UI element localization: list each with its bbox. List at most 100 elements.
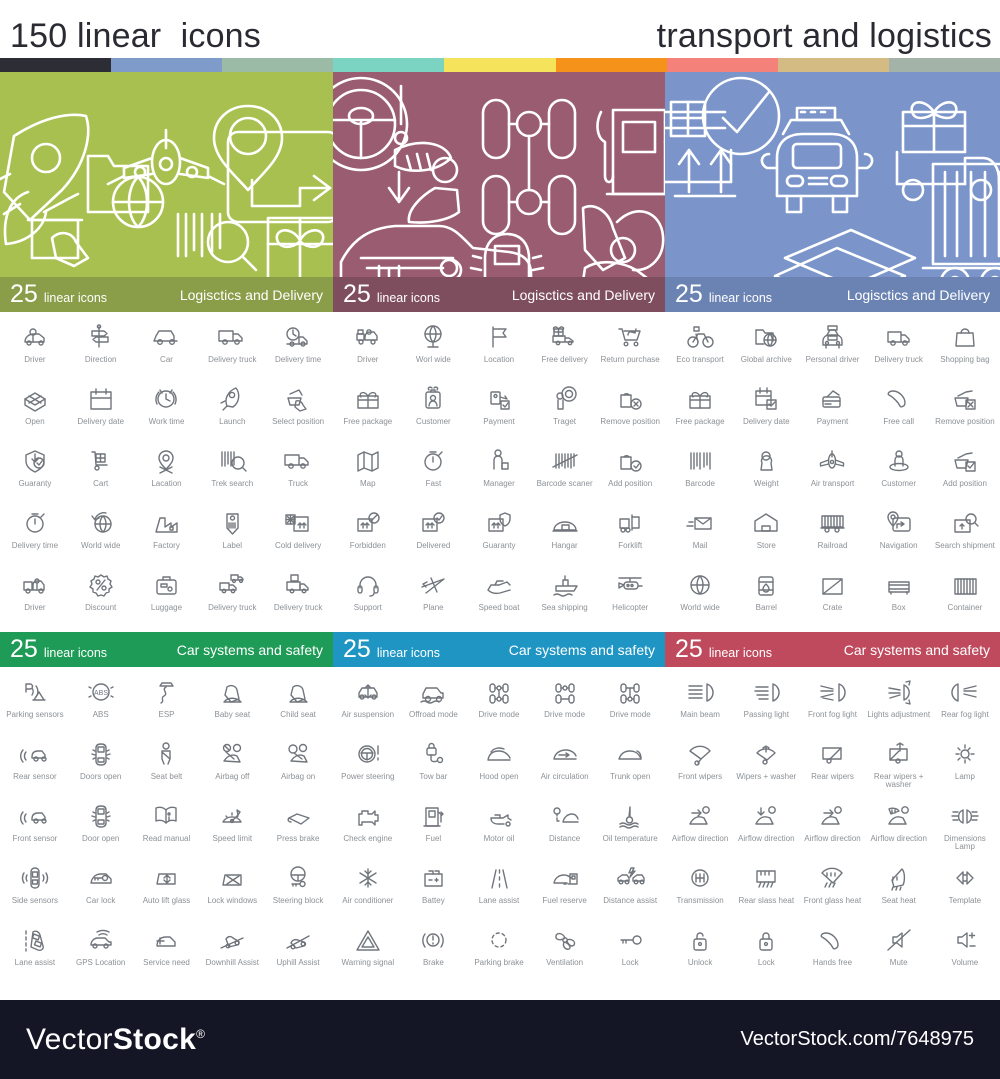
icon-cell[interactable]: Rear sensor: [2, 735, 68, 797]
icon-cell[interactable]: Lane assist: [466, 859, 532, 921]
icon-cell[interactable]: Box: [866, 566, 932, 628]
icon-cell[interactable]: Brake: [401, 921, 467, 983]
icon-cell[interactable]: Work time: [134, 380, 200, 442]
icon-cell[interactable]: Trunk open: [597, 735, 663, 797]
icon-cell[interactable]: Direction: [68, 318, 134, 380]
icon-cell[interactable]: Rear fog light: [932, 673, 998, 735]
icon-cell[interactable]: Check engine: [335, 797, 401, 859]
icon-cell[interactable]: Tow bar: [401, 735, 467, 797]
icon-cell[interactable]: Dimensions Lamp: [932, 797, 998, 859]
icon-cell[interactable]: Delivery truck: [199, 566, 265, 628]
icon-cell[interactable]: Weight: [733, 442, 799, 504]
icon-cell[interactable]: Main beam: [667, 673, 733, 735]
icon-cell[interactable]: Air circulation: [532, 735, 598, 797]
icon-cell[interactable]: Hood open: [466, 735, 532, 797]
icon-cell[interactable]: Transmission: [667, 859, 733, 921]
icon-cell[interactable]: ABS ABS: [68, 673, 134, 735]
icon-cell[interactable]: Container: [932, 566, 998, 628]
icon-cell[interactable]: World wide: [68, 504, 134, 566]
icon-cell[interactable]: Hangar: [532, 504, 598, 566]
icon-cell[interactable]: Delivery truck: [265, 566, 331, 628]
icon-cell[interactable]: Launch: [199, 380, 265, 442]
icon-cell[interactable]: Mute: [866, 921, 932, 983]
icon-cell[interactable]: Cold delivery: [265, 504, 331, 566]
icon-cell[interactable]: Fuel reserve: [532, 859, 598, 921]
icon-cell[interactable]: Lock windows: [199, 859, 265, 921]
icon-cell[interactable]: Motor oil: [466, 797, 532, 859]
icon-cell[interactable]: Car: [134, 318, 200, 380]
icon-cell[interactable]: Passing light: [733, 673, 799, 735]
icon-cell[interactable]: Delivery time: [265, 318, 331, 380]
icon-cell[interactable]: Fast: [401, 442, 467, 504]
icon-cell[interactable]: World wide: [667, 566, 733, 628]
icon-cell[interactable]: Airflow direction: [667, 797, 733, 859]
icon-cell[interactable]: Delivered: [401, 504, 467, 566]
icon-cell[interactable]: Truck: [265, 442, 331, 504]
icon-cell[interactable]: Remove position: [932, 380, 998, 442]
icon-cell[interactable]: Delivery time: [2, 504, 68, 566]
icon-cell[interactable]: Remove position: [597, 380, 663, 442]
icon-cell[interactable]: Parking sensors: [2, 673, 68, 735]
icon-cell[interactable]: Customer: [866, 442, 932, 504]
icon-cell[interactable]: Seat heat: [866, 859, 932, 921]
icon-cell[interactable]: Front wipers: [667, 735, 733, 797]
icon-cell[interactable]: Delivery date: [68, 380, 134, 442]
section-bar-1[interactable]: 25 linear icons Car systems and safety: [0, 632, 333, 667]
icon-cell[interactable]: Trek search: [199, 442, 265, 504]
icon-cell[interactable]: Seat belt: [134, 735, 200, 797]
icon-cell[interactable]: Speed limit: [199, 797, 265, 859]
icon-cell[interactable]: Rear slass heat: [733, 859, 799, 921]
icon-cell[interactable]: Railroad: [799, 504, 865, 566]
icon-cell[interactable]: Mail: [667, 504, 733, 566]
icon-cell[interactable]: Free package: [667, 380, 733, 442]
icon-cell[interactable]: Doors open: [68, 735, 134, 797]
icon-cell[interactable]: Store: [733, 504, 799, 566]
icon-cell[interactable]: Driver: [2, 318, 68, 380]
icon-cell[interactable]: Press brake: [265, 797, 331, 859]
icon-cell[interactable]: Ventilation: [532, 921, 598, 983]
hero-banner-3[interactable]: 25 linear icons Logisctics and Delivery: [665, 72, 1000, 312]
icon-cell[interactable]: Traget: [532, 380, 598, 442]
icon-cell[interactable]: Discount: [68, 566, 134, 628]
icon-cell[interactable]: Rear wipers: [799, 735, 865, 797]
icon-cell[interactable]: Delivery truck: [199, 318, 265, 380]
icon-cell[interactable]: Offroad mode: [401, 673, 467, 735]
icon-cell[interactable]: Select position: [265, 380, 331, 442]
icon-cell[interactable]: Distance: [532, 797, 598, 859]
icon-cell[interactable]: Manager: [466, 442, 532, 504]
icon-cell[interactable]: Delivery truck: [866, 318, 932, 380]
icon-cell[interactable]: Lock: [597, 921, 663, 983]
icon-cell[interactable]: Front glass heat: [799, 859, 865, 921]
icon-cell[interactable]: Volume: [932, 921, 998, 983]
icon-cell[interactable]: Factory: [134, 504, 200, 566]
icon-cell[interactable]: Free delivery: [532, 318, 598, 380]
icon-cell[interactable]: Side sensors: [2, 859, 68, 921]
icon-cell[interactable]: Fuel: [401, 797, 467, 859]
icon-cell[interactable]: Barrel: [733, 566, 799, 628]
icon-cell[interactable]: Free package: [335, 380, 401, 442]
icon-cell[interactable]: Oil temperature: [597, 797, 663, 859]
section-bar-2[interactable]: 25 linear icons Car systems and safety: [333, 632, 665, 667]
icon-cell[interactable]: Global archive: [733, 318, 799, 380]
icon-cell[interactable]: Crate: [799, 566, 865, 628]
icon-cell[interactable]: Sea shipping: [532, 566, 598, 628]
icon-cell[interactable]: Map: [335, 442, 401, 504]
icon-cell[interactable]: Uphill Assist: [265, 921, 331, 983]
icon-cell[interactable]: Airflow direction: [799, 797, 865, 859]
icon-cell[interactable]: Airflow direction: [733, 797, 799, 859]
icon-cell[interactable]: Lights adjustment: [866, 673, 932, 735]
icon-cell[interactable]: Shopping bag: [932, 318, 998, 380]
icon-cell[interactable]: Door open: [68, 797, 134, 859]
icon-cell[interactable]: Distance assist: [597, 859, 663, 921]
icon-cell[interactable]: Open: [2, 380, 68, 442]
icon-cell[interactable]: Front fog light: [799, 673, 865, 735]
icon-cell[interactable]: Free call: [866, 380, 932, 442]
icon-cell[interactable]: Air suspension: [335, 673, 401, 735]
icon-cell[interactable]: Add position: [597, 442, 663, 504]
icon-cell[interactable]: Lane assist: [2, 921, 68, 983]
icon-cell[interactable]: Eco transport: [667, 318, 733, 380]
icon-cell[interactable]: Drive mode: [532, 673, 598, 735]
icon-cell[interactable]: Navigation: [866, 504, 932, 566]
icon-cell[interactable]: Barcode: [667, 442, 733, 504]
section-bar-3[interactable]: 25 linear icons Car systems and safety: [665, 632, 1000, 667]
